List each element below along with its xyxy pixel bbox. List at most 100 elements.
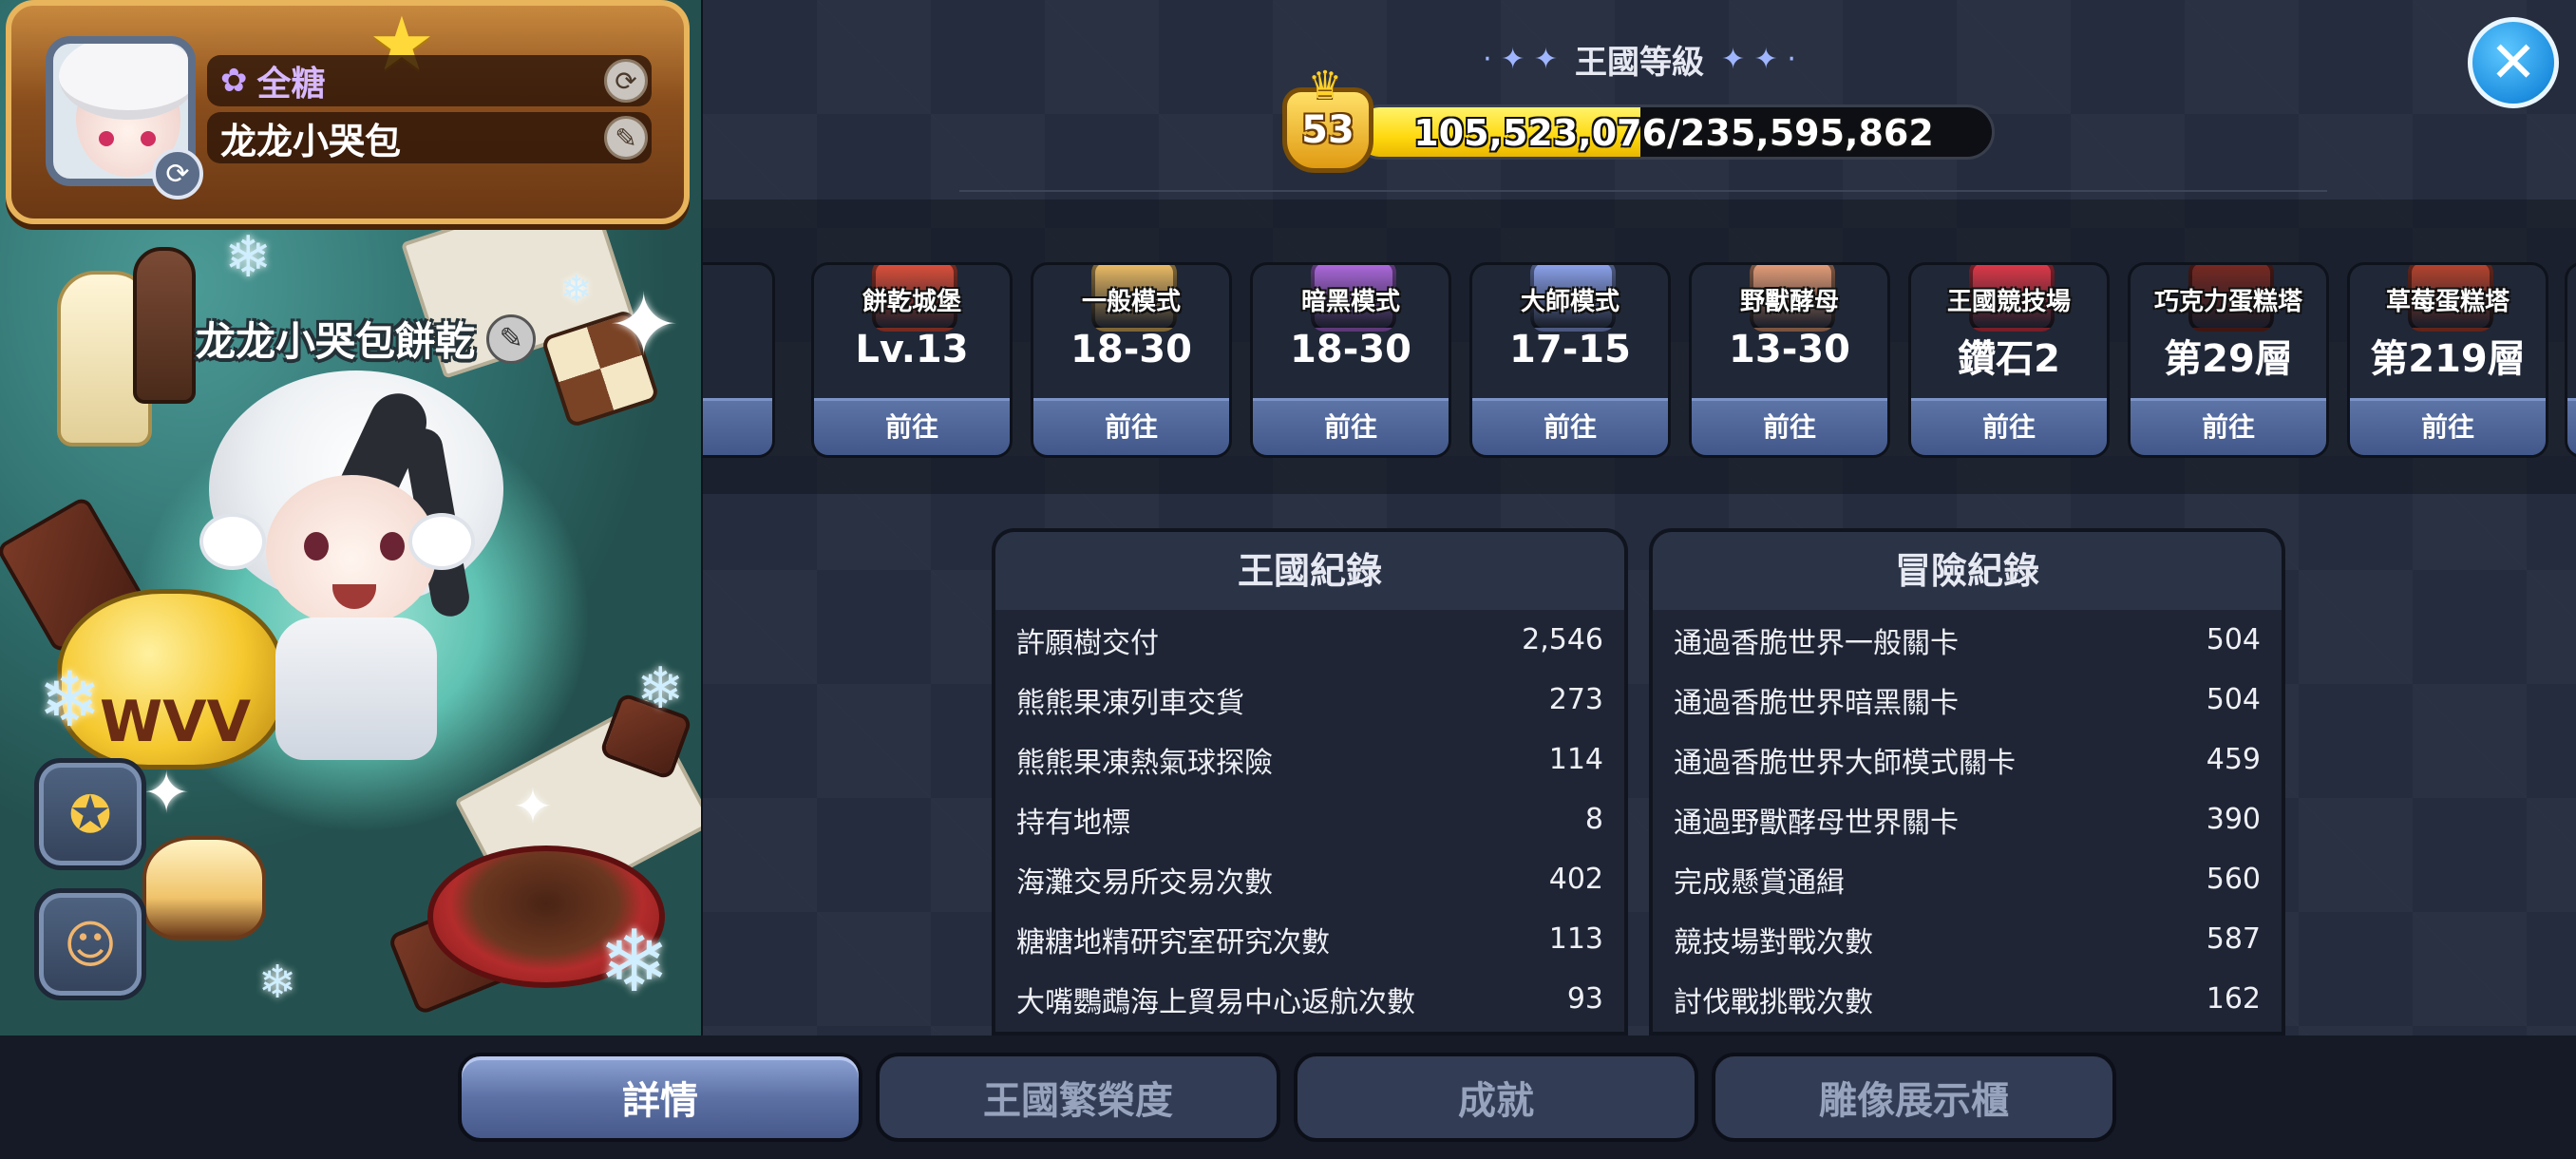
- record-row: 完成懸賞通緝 560: [1653, 849, 2282, 909]
- mode-go-button[interactable]: 前往: [2131, 398, 2326, 455]
- pudding: [142, 836, 266, 940]
- record-label: 大嘴鸚鵡海上貿易中心返航次數: [1016, 985, 1415, 1019]
- record-row: 許願樹交付 2,546: [995, 610, 1624, 670]
- mode-label: 野獸酵母: [1739, 288, 1839, 316]
- mode-card[interactable]: 草莓蛋糕塔第219層前往: [2347, 262, 2548, 458]
- record-label: 通過野獸酵母世界關卡: [1674, 806, 1959, 840]
- name-edit-button[interactable]: ✎: [604, 116, 648, 160]
- badge-button[interactable]: ✪: [34, 758, 146, 870]
- kingdom-level-number: 53: [1301, 108, 1354, 152]
- record-value: 8: [1584, 803, 1603, 836]
- player-name: 龙龙小哭包: [220, 120, 402, 162]
- avatar-refresh-icon[interactable]: ⟳: [152, 148, 203, 200]
- record-value: 587: [2206, 922, 2261, 956]
- tab-details[interactable]: 詳情: [458, 1053, 862, 1142]
- mode-label: 王國競技場: [1946, 288, 2071, 316]
- snowflake-icon: ❄: [560, 268, 593, 312]
- mode-label: 暗黑模式: [1300, 288, 1400, 316]
- close-button[interactable]: ✕: [2468, 17, 2559, 108]
- mode-card[interactable]: 大師模式 17-15 前往: [1469, 262, 1671, 458]
- kingdom-level-label: 王國等級: [1575, 44, 1704, 82]
- mode-go-button[interactable]: 前往: [1911, 398, 2107, 455]
- record-row: 大嘴鸚鵡海上貿易中心返航次數 93: [995, 969, 1624, 1029]
- record-row: 競技場對戰次數 587: [1653, 909, 2282, 969]
- mode-card[interactable]: 巧克力蛋糕塔第29層前往: [2128, 262, 2329, 458]
- snowflake-icon: ❄: [258, 956, 297, 1009]
- record-row: 熊熊果凍列車交貨 273: [995, 670, 1624, 730]
- mode-card[interactable]: 一般模式 18-30 前往: [1031, 262, 1232, 458]
- chess-king-piece: [133, 247, 196, 404]
- record-label: 海灘交易所交易次數: [1016, 865, 1273, 900]
- sparkle-icon: ✦ ✦ ·: [1721, 43, 1796, 76]
- mode-label: 一般模式: [1081, 288, 1181, 316]
- record-row: 討伐戰挑戰次數 162: [1653, 969, 2282, 1029]
- record-value: 402: [1548, 863, 1603, 896]
- mode-go-button[interactable]: 前往: [1472, 398, 1668, 455]
- title-change-button[interactable]: ⟳: [604, 59, 648, 103]
- mode-progress: 18-30: [1290, 328, 1411, 371]
- record-row: 通過香脆世界大師模式關卡 459: [1653, 730, 2282, 789]
- mode-label: 巧克力蛋糕塔: [2153, 288, 2302, 316]
- mode-progress: 18-30: [1070, 328, 1192, 371]
- record-value: 93: [1566, 982, 1603, 1016]
- photo-button[interactable]: ☺: [34, 888, 146, 1000]
- record-row: 熊熊果凍熱氣球探險 114: [995, 730, 1624, 789]
- mode-progress: 第219層: [2370, 337, 2526, 381]
- mode-card-partial[interactable]: [2565, 262, 2576, 458]
- snowflake-icon: ❄: [636, 656, 685, 722]
- record-label: 通過香脆世界大師模式關卡: [1674, 746, 2016, 780]
- cookie-name-edit-button[interactable]: ✎: [486, 314, 537, 364]
- mode-go-button[interactable]: 前往: [1033, 398, 1229, 455]
- mode-go-button[interactable]: 前往: [1692, 398, 1887, 455]
- record-label: 討伐戰挑戰次數: [1674, 985, 1873, 1019]
- tab-achievements[interactable]: 成就: [1294, 1053, 1698, 1142]
- record-label: 熊熊果凍熱氣球探險: [1016, 746, 1273, 780]
- separator: [959, 190, 2327, 192]
- mode-cards-row[interactable]: 餅乾城堡 Lv.13 前往 一般模式 18-30 前往 暗黑模式 18-30 前往 大師模式 17-…: [703, 200, 2576, 494]
- record-value: 560: [2206, 863, 2261, 896]
- tab-statue-showcase[interactable]: 雕像展示櫃: [1712, 1053, 2116, 1142]
- cookie-name: 龙龙小哭包餅乾: [196, 318, 476, 365]
- close-icon: ✕: [2489, 29, 2538, 96]
- record-value: 2,546: [1522, 623, 1603, 656]
- mode-go-button[interactable]: 前往: [814, 398, 1010, 455]
- cookie-scene: WVV ❄ ❄ ❄ ❄ ❄ ❄ ✦ ✦ ✦ ★ ⟳ ✿ 全糖 ⟳ 龙龙小哭包 ✎: [0, 0, 701, 1036]
- bottom-tab-bar: 詳情 王國繁榮度 成就 雕像展示櫃: [0, 1036, 2576, 1159]
- record-label: 許願樹交付: [1016, 626, 1159, 660]
- kingdom-record-title: 王國紀錄: [995, 532, 1624, 610]
- mode-go-button[interactable]: 前往: [2350, 398, 2546, 455]
- medal-icon: ✪: [68, 784, 112, 845]
- record-row: 海灘交易所交易次數 402: [995, 849, 1624, 909]
- cookie-character[interactable]: [190, 370, 532, 788]
- record-value: 504: [2206, 623, 2261, 656]
- mode-progress: 第29層: [2164, 337, 2293, 381]
- kingdom-xp-text: 105,523,076/235,595,862: [1413, 112, 1934, 154]
- mode-label: 草莓蛋糕塔: [2385, 288, 2510, 316]
- snowflake-icon: ❄: [224, 224, 273, 291]
- mode-card[interactable]: 野獸酵母 13-30 前往: [1689, 262, 1890, 458]
- record-label: 糖糖地精研究室研究次數: [1016, 925, 1330, 960]
- mode-card[interactable]: 王國競技場 鑽石2 前往: [1908, 262, 2110, 458]
- player-title: 全糖: [256, 65, 326, 104]
- mode-progress: 13-30: [1729, 328, 1850, 371]
- mode-label: 大師模式: [1520, 288, 1619, 316]
- mode-card[interactable]: 餅乾城堡 Lv.13 前往: [811, 262, 1013, 458]
- mode-card[interactable]: 暗黑模式 18-30 前往: [1250, 262, 1451, 458]
- kingdom-info-panel: · ✦ ✦ 王國等級 ✦ ✦ · 105,523,076/235,595,862…: [703, 0, 2576, 1036]
- kingdom-xp-bar: 105,523,076/235,595,862: [1353, 104, 1995, 160]
- mode-go-button[interactable]: 前往: [1253, 398, 1449, 455]
- record-row: 通過香脆世界一般關卡 504: [1653, 610, 2282, 670]
- tab-prosperity[interactable]: 王國繁榮度: [876, 1053, 1280, 1142]
- record-row: 持有地標 8: [995, 789, 1624, 849]
- mode-card-partial[interactable]: [703, 262, 775, 458]
- record-label: 完成懸賞通緝: [1674, 865, 1845, 900]
- clover-icon: ✿: [220, 62, 248, 100]
- adventure-record-title: 冒險紀錄: [1653, 532, 2282, 610]
- mode-label: 餅乾城堡: [862, 288, 961, 316]
- adventure-record-panel: 冒險紀錄 通過香脆世界一般關卡 504 通過香脆世界暗黑關卡 504 通過香脆世界大師模…: [1649, 528, 2285, 1036]
- cookie-name-row: 龙龙小哭包餅乾 ✎: [196, 310, 537, 368]
- pencil-icon: ✎: [499, 322, 523, 355]
- record-value: 113: [1548, 922, 1603, 956]
- sparkle-icon: ✦: [142, 760, 191, 826]
- kingdom-level-badge: ♛ 53: [1282, 64, 1373, 173]
